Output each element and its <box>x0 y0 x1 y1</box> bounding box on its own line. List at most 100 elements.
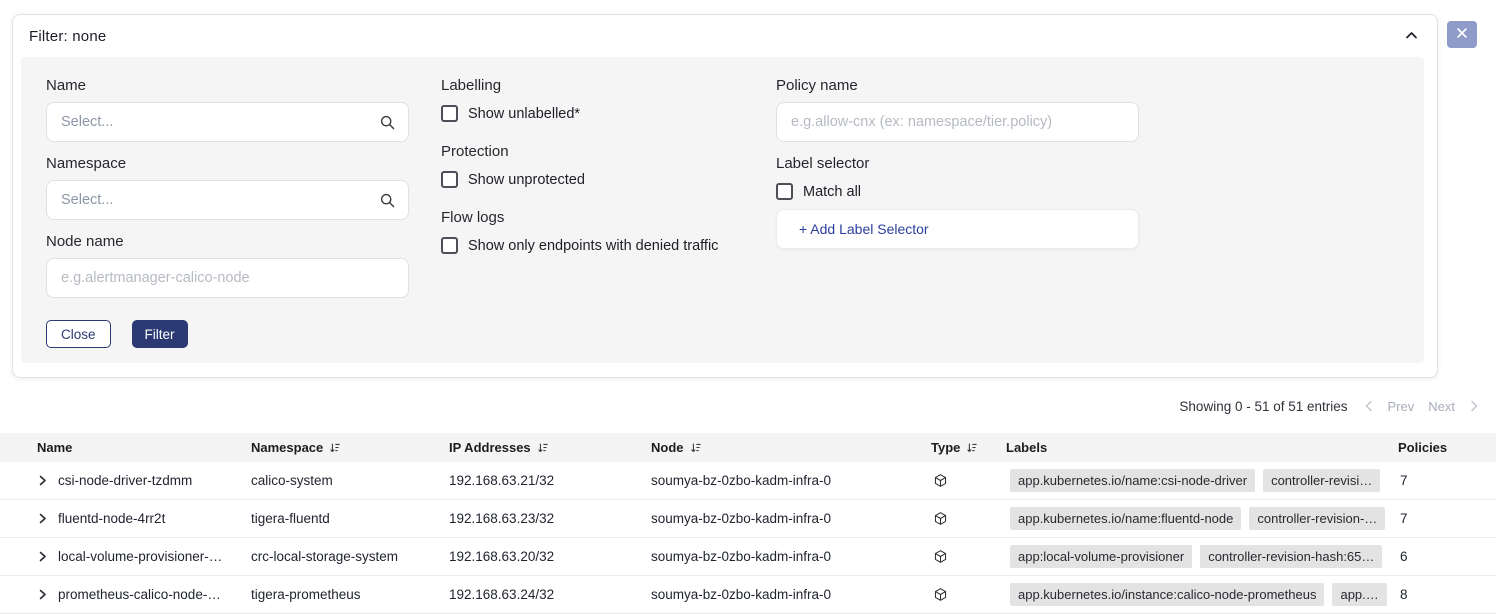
close-button[interactable]: Close <box>46 320 111 348</box>
type-cell <box>925 549 1000 564</box>
label-chip: app.kubernetes.io/name:csi-node-driver <box>1010 469 1255 492</box>
prev-arrow-icon[interactable] <box>1364 400 1374 412</box>
ip-addresses-cell: 192.168.63.21/32 <box>443 473 645 488</box>
policies-count-cell: 7 <box>1390 473 1496 488</box>
namespace-select-placeholder: Select... <box>61 192 113 208</box>
sort-icon <box>537 442 549 454</box>
label-chip: controller-revision-hash:65… <box>1200 545 1382 568</box>
filter-form: Name Select... Namespace Select... Node … <box>21 57 1424 363</box>
column-label: Type <box>931 440 960 455</box>
namespace-field-label: Namespace <box>46 155 409 173</box>
column-header-namespace[interactable]: Namespace <box>245 440 443 455</box>
expand-row-chevron-right-icon[interactable] <box>36 512 49 525</box>
policies-count-cell: 7 <box>1390 511 1496 526</box>
namespace-cell: tigera-prometheus <box>245 587 443 602</box>
table-row[interactable]: fluentd-node-4rr2t tigera-fluentd192.168.… <box>0 500 1496 538</box>
column-label: Labels <box>1006 440 1047 455</box>
name-field-label: Name <box>46 77 409 95</box>
table-body: csi-node-driver-tzdmmcalico-system192.16… <box>0 462 1496 614</box>
filter-panel-header: Filter: none <box>13 15 1437 57</box>
collapse-panel-button[interactable] <box>1401 28 1421 46</box>
column-header-type[interactable]: Type <box>925 440 1000 455</box>
labels-cell: app.kubernetes.io/name:fluentd-node contr… <box>1000 507 1390 530</box>
column-header-labels: Labels <box>1000 440 1390 455</box>
endpoint-name-cell: prometheus-calico-node-… <box>0 587 245 602</box>
next-arrow-icon[interactable] <box>1469 400 1479 412</box>
node-cell: soumya-bz-0zbo-kadm-infra-0 <box>645 549 925 564</box>
search-icon <box>379 114 396 135</box>
namespace-cell: tigera-fluentd <box>245 511 443 526</box>
expand-row-chevron-right-icon[interactable] <box>36 474 49 487</box>
labels-cell: app:local-volume-provisionercontroller-r… <box>1000 545 1390 568</box>
expand-row-chevron-right-icon[interactable] <box>36 588 49 601</box>
labels-cell: app.kubernetes.io/name:csi-node-driver co… <box>1000 469 1390 492</box>
denied-traffic-checkbox[interactable] <box>441 237 458 254</box>
chevron-up-icon <box>1404 28 1419 46</box>
prev-page-link[interactable]: Prev <box>1388 399 1415 414</box>
expand-row-chevron-right-icon[interactable] <box>36 550 49 563</box>
endpoint-name: local-volume-provisioner-… <box>58 549 222 564</box>
show-unprotected-label: Show unprotected <box>468 172 585 188</box>
show-unprotected-checkbox[interactable] <box>441 171 458 188</box>
name-select-placeholder: Select... <box>61 114 113 130</box>
dismiss-panel-button[interactable] <box>1447 21 1477 48</box>
ip-addresses-cell: 192.168.63.23/32 <box>443 511 645 526</box>
policy-name-field-label: Policy name <box>776 77 1139 95</box>
column-label: Namespace <box>251 440 323 455</box>
node-name-field-label: Node name <box>46 233 409 251</box>
column-header-ip-addresses[interactable]: IP Addresses <box>443 440 645 455</box>
endpoint-name: prometheus-calico-node-… <box>58 587 221 602</box>
node-cell: soumya-bz-0zbo-kadm-infra-0 <box>645 587 925 602</box>
ip-addresses-cell: 192.168.63.24/32 <box>443 587 645 602</box>
flow-logs-heading: Flow logs <box>441 209 771 227</box>
name-select[interactable]: Select... <box>46 102 409 142</box>
next-page-link[interactable]: Next <box>1428 399 1455 414</box>
column-label: IP Addresses <box>449 440 531 455</box>
sort-icon <box>690 442 702 454</box>
node-name-input[interactable] <box>46 258 409 298</box>
endpoint-name: fluentd-node-4rr2t <box>58 511 165 526</box>
workload-endpoint-icon <box>933 587 948 602</box>
sort-icon <box>329 442 341 454</box>
add-label-selector-button[interactable]: + Add Label Selector <box>776 209 1139 249</box>
column-header-name: Name <box>0 440 245 455</box>
column-header-node[interactable]: Node <box>645 440 925 455</box>
label-chip: controller-revision-… <box>1249 507 1385 530</box>
endpoint-name-cell: local-volume-provisioner-… <box>0 549 245 564</box>
table-row[interactable]: csi-node-driver-tzdmmcalico-system192.16… <box>0 462 1496 500</box>
node-cell: soumya-bz-0zbo-kadm-infra-0 <box>645 511 925 526</box>
node-cell: soumya-bz-0zbo-kadm-infra-0 <box>645 473 925 488</box>
policies-count-cell: 8 <box>1390 587 1496 602</box>
table-row[interactable]: prometheus-calico-node-… tigera-prometheu… <box>0 576 1496 614</box>
workload-endpoint-icon <box>933 511 948 526</box>
match-all-label: Match all <box>803 184 861 200</box>
search-icon <box>379 192 396 213</box>
namespace-cell: calico-system <box>245 473 443 488</box>
column-label: Node <box>651 440 684 455</box>
filter-button[interactable]: Filter <box>132 320 188 348</box>
endpoint-name-cell: fluentd-node-4rr2t <box>0 511 245 526</box>
show-unlabelled-checkbox[interactable] <box>441 105 458 122</box>
match-all-checkbox[interactable] <box>776 183 793 200</box>
label-selector-heading: Label selector <box>776 155 1139 173</box>
type-cell <box>925 473 1000 488</box>
namespace-select[interactable]: Select... <box>46 180 409 220</box>
ip-addresses-cell: 192.168.63.20/32 <box>443 549 645 564</box>
namespace-cell: crc-local-storage-system <box>245 549 443 564</box>
filter-title: Filter: none <box>29 28 106 45</box>
policy-name-input[interactable] <box>776 102 1139 142</box>
label-chip: app.kubernetes.io/name:fluentd-node <box>1010 507 1241 530</box>
show-unlabelled-label: Show unlabelled* <box>468 106 580 122</box>
column-label: Policies <box>1398 440 1447 455</box>
workload-endpoint-icon <box>933 549 948 564</box>
column-label: Name <box>37 440 72 455</box>
label-chip: controller-revisi… <box>1263 469 1380 492</box>
workload-endpoint-icon <box>933 473 948 488</box>
protection-heading: Protection <box>441 143 771 161</box>
table-row[interactable]: local-volume-provisioner-… crc-local-stor… <box>0 538 1496 576</box>
sort-icon <box>966 442 978 454</box>
labelling-heading: Labelling <box>441 77 771 95</box>
close-icon <box>1456 27 1468 42</box>
type-cell <box>925 587 1000 602</box>
endpoints-table: Name Namespace IP Addresses Node Type Labels P… <box>0 433 1496 614</box>
